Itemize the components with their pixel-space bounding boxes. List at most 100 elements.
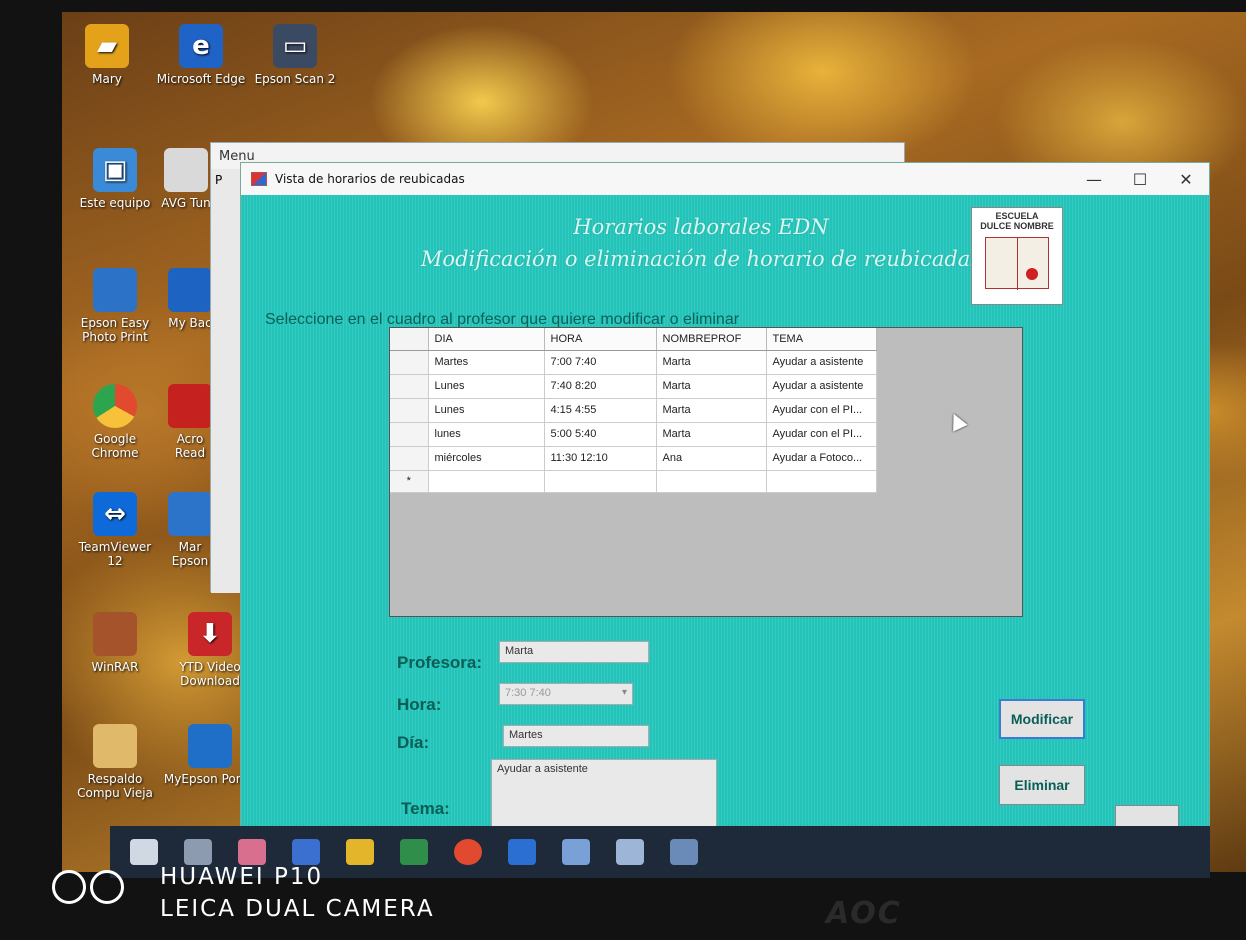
column-header-hora[interactable]: HORA bbox=[544, 328, 657, 351]
scanner-icon[interactable] bbox=[292, 839, 320, 865]
desktop-icon-edge[interactable]: e Microsoft Edge bbox=[156, 24, 246, 86]
scanner-icon: ▭ bbox=[273, 24, 317, 68]
cell-empty[interactable] bbox=[544, 470, 657, 493]
table-new-row[interactable]: * bbox=[390, 470, 877, 493]
close-button[interactable]: ✕ bbox=[1163, 163, 1209, 195]
horarios-window[interactable]: Vista de horarios de reubicadas — ☐ ✕ Ho… bbox=[240, 162, 1210, 852]
dia-field[interactable]: Martes bbox=[503, 725, 649, 747]
chevron-down-icon[interactable]: ▾ bbox=[622, 687, 627, 698]
heading-line2: Modificación o eliminación de horario de… bbox=[420, 247, 982, 271]
portal-icon bbox=[188, 724, 232, 768]
app-icon[interactable] bbox=[562, 839, 590, 865]
row-selector[interactable] bbox=[390, 446, 429, 471]
cell-dia[interactable]: Lunes bbox=[428, 374, 545, 399]
table-row[interactable]: Lunes 7:40 8:20 Marta Ayudar a asistente bbox=[390, 374, 877, 399]
cell-tema[interactable]: Ayudar con el PI... bbox=[766, 422, 877, 447]
download-icon: ⬇ bbox=[188, 612, 232, 656]
cell-dia[interactable]: Martes bbox=[428, 350, 545, 375]
cell-dia[interactable]: lunes bbox=[428, 422, 545, 447]
table-row[interactable]: Lunes 4:15 4:55 Marta Ayudar con el PI..… bbox=[390, 398, 877, 423]
monitor-bezel: ▰ Mary e Microsoft Edge ▭ Epson Scan 2 ▣… bbox=[0, 0, 1246, 940]
desktop-icon-epson-easy-photo[interactable]: Epson Easy Photo Print bbox=[70, 268, 160, 344]
row-selector[interactable] bbox=[390, 398, 429, 423]
desktop-icon-chrome[interactable]: Google Chrome bbox=[70, 384, 160, 460]
desktop-icon-mary[interactable]: ▰ Mary bbox=[62, 24, 152, 86]
cell-hora[interactable]: 7:40 8:20 bbox=[544, 374, 657, 399]
cell-hora[interactable]: 11:30 12:10 bbox=[544, 446, 657, 471]
row-selector[interactable] bbox=[390, 422, 429, 447]
paint-icon[interactable] bbox=[238, 839, 266, 865]
calculator-icon[interactable] bbox=[184, 839, 212, 865]
tema-label: Tema: bbox=[401, 799, 450, 818]
modificar-button[interactable]: Modificar bbox=[999, 699, 1085, 739]
desktop-icon-respaldo[interactable]: Respaldo Compu Vieja bbox=[70, 724, 160, 800]
window-title: Vista de horarios de reubicadas bbox=[275, 172, 465, 186]
column-header-dia[interactable]: DIA bbox=[428, 328, 545, 351]
watermark-line1: HUAWEI P10 bbox=[160, 864, 324, 890]
desktop-icon-epson-scan[interactable]: ▭ Epson Scan 2 bbox=[250, 24, 340, 86]
desktop-icon-winrar[interactable]: WinRAR bbox=[70, 612, 160, 674]
cell-empty[interactable] bbox=[766, 470, 877, 493]
row-selector[interactable] bbox=[390, 350, 429, 375]
excel-icon[interactable] bbox=[400, 839, 428, 865]
minimize-button[interactable]: — bbox=[1071, 163, 1117, 195]
hora-label: Hora: bbox=[397, 695, 442, 714]
app-icon bbox=[251, 172, 267, 186]
desktop-icon-este-equipo[interactable]: ▣ Este equipo bbox=[70, 148, 160, 210]
cell-prof[interactable]: Marta bbox=[656, 350, 767, 375]
logo-text: ESCUELA DULCE NOMBRE bbox=[980, 211, 1054, 231]
table-row[interactable]: Martes 7:00 7:40 Marta Ayudar a asistent… bbox=[390, 350, 877, 375]
cell-prof[interactable]: Marta bbox=[656, 398, 767, 423]
cell-dia[interactable]: miércoles bbox=[428, 446, 545, 471]
dia-label: Día: bbox=[397, 733, 430, 752]
cell-prof[interactable]: Marta bbox=[656, 374, 767, 399]
cell-hora[interactable]: 7:00 7:40 bbox=[544, 350, 657, 375]
cell-hora[interactable]: 4:15 4:55 bbox=[544, 398, 657, 423]
row-selector[interactable] bbox=[390, 374, 429, 399]
schedule-grid[interactable]: DIA HORA NOMBREPROF TEMA Martes 7:00 7:4… bbox=[389, 327, 1023, 617]
watermark-line2: LEICA DUAL CAMERA bbox=[160, 896, 435, 922]
maximize-button[interactable]: ☐ bbox=[1117, 163, 1163, 195]
chrome-icon bbox=[93, 384, 137, 428]
column-header-tema[interactable]: TEMA bbox=[766, 328, 877, 351]
cell-hora[interactable]: 5:00 5:40 bbox=[544, 422, 657, 447]
cell-dia[interactable]: Lunes bbox=[428, 398, 545, 423]
folder-icon[interactable] bbox=[346, 839, 374, 865]
page-heading: Horarios laborales EDN Modificación o el… bbox=[341, 211, 1061, 275]
eliminar-button[interactable]: Eliminar bbox=[999, 765, 1085, 805]
cell-empty[interactable] bbox=[428, 470, 545, 493]
cell-tema[interactable]: Ayudar a asistente bbox=[766, 374, 877, 399]
store-icon[interactable] bbox=[508, 839, 536, 865]
window-icon[interactable] bbox=[670, 839, 698, 865]
hora-select[interactable]: 7:30 7:40 ▾ bbox=[499, 683, 633, 705]
table-row[interactable]: lunes 5:00 5:40 Marta Ayudar con el PI..… bbox=[390, 422, 877, 447]
cell-tema[interactable]: Ayudar a asistente bbox=[766, 350, 877, 375]
computer-icon: ▣ bbox=[93, 148, 137, 192]
schedule-table: DIA HORA NOMBREPROF TEMA Martes 7:00 7:4… bbox=[390, 328, 877, 493]
avg-icon bbox=[164, 148, 208, 192]
column-header-nombreprof[interactable]: NOMBREPROF bbox=[656, 328, 767, 351]
edge-icon: e bbox=[179, 24, 223, 68]
file-icon[interactable] bbox=[616, 839, 644, 865]
new-row-marker: * bbox=[390, 470, 429, 493]
logo-line1: ESCUELA bbox=[995, 211, 1039, 221]
camera-rings-icon bbox=[50, 870, 130, 910]
chrome-icon[interactable] bbox=[454, 839, 482, 865]
window-titlebar[interactable]: Vista de horarios de reubicadas — ☐ ✕ bbox=[241, 163, 1209, 195]
desktop-icon-avg[interactable]: AVG Tun bbox=[156, 148, 216, 210]
winrar-icon bbox=[93, 612, 137, 656]
manual-icon bbox=[168, 492, 212, 536]
start-icon[interactable] bbox=[130, 839, 158, 865]
row-header-corner bbox=[390, 328, 429, 351]
desktop-icon-teamviewer[interactable]: ⇔ TeamViewer 12 bbox=[70, 492, 160, 568]
profesora-field[interactable]: Marta bbox=[499, 641, 649, 663]
cell-tema[interactable]: Ayudar a Fotoco... bbox=[766, 446, 877, 471]
menu-side-label: P bbox=[215, 173, 223, 187]
cell-empty[interactable] bbox=[656, 470, 767, 493]
cell-prof[interactable]: Ana bbox=[656, 446, 767, 471]
table-row[interactable]: miércoles 11:30 12:10 Ana Ayudar a Fotoc… bbox=[390, 446, 877, 471]
logo-line2: DULCE NOMBRE bbox=[980, 221, 1054, 231]
hora-selected-value: 7:30 7:40 bbox=[505, 687, 551, 699]
cell-tema[interactable]: Ayudar con el PI... bbox=[766, 398, 877, 423]
cell-prof[interactable]: Marta bbox=[656, 422, 767, 447]
